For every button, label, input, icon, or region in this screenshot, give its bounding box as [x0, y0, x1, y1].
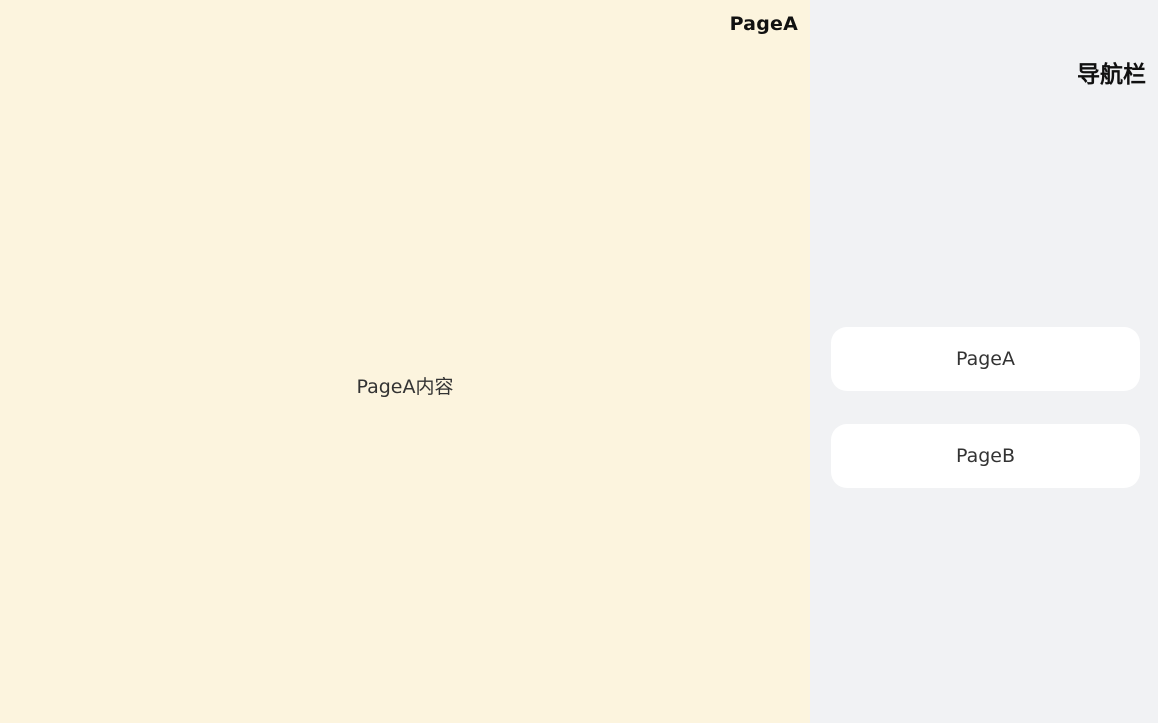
content-body-text: PageA内容: [356, 376, 454, 398]
content-pane: PageA PageA内容: [0, 0, 810, 723]
nav-button-label: PageB: [955, 445, 1016, 467]
content-page-title: PageA: [729, 13, 798, 35]
nav-button-label: PageA: [956, 348, 1015, 370]
navigation-sidebar: 导航栏 PageA PageB: [810, 0, 1158, 723]
navigation-title: 导航栏: [1077, 62, 1146, 88]
nav-button-pagea[interactable]: PageA: [831, 327, 1140, 391]
nav-button-pageb[interactable]: PageB: [831, 424, 1140, 488]
split-layout: PageA PageA内容 导航栏 PageA PageB: [0, 0, 1158, 723]
